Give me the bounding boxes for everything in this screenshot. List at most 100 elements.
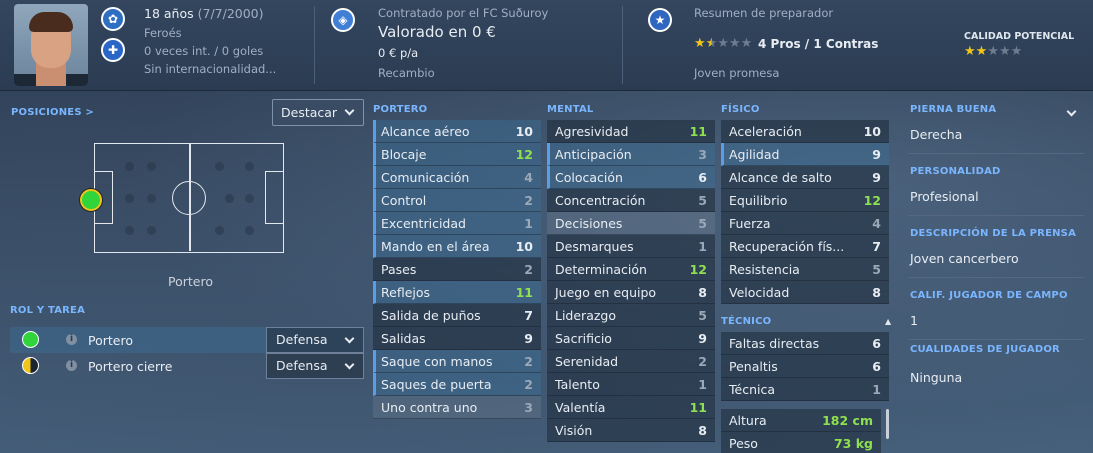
attribute-row[interactable]: Talento 1 <box>547 373 715 396</box>
role-row-portero-cierre[interactable]: i Portero cierre Defensa <box>10 353 364 379</box>
attribute-value: 6 <box>872 359 881 374</box>
contract-info[interactable]: Contratado por el FC Suðuroy <box>378 6 548 20</box>
attribute-value: 9 <box>698 331 707 346</box>
attribute-name: Técnica <box>729 382 776 397</box>
attribute-value: 6 <box>698 170 707 185</box>
attribute-row[interactable]: Decisiones 5 <box>547 212 715 235</box>
attribute-value: 11 <box>689 124 707 139</box>
header-divider <box>314 6 315 84</box>
star-badge-icon: ★ <box>648 8 672 32</box>
attribute-row[interactable]: Salida de puños 7 <box>373 304 541 327</box>
attribute-row[interactable]: Alcance de salto 9 <box>721 166 889 189</box>
attribute-name: Velocidad <box>729 285 790 300</box>
player-dob: (7/7/2000) <box>197 6 264 21</box>
attribute-row[interactable]: Agilidad 9 <box>721 143 889 166</box>
position-name: Portero <box>168 274 213 289</box>
attribute-row[interactable]: Resistencia 5 <box>721 258 889 281</box>
player-age: 18 años <box>144 6 194 21</box>
club-badge-icon: ◈ <box>331 8 355 32</box>
attribute-name: Colocación <box>555 170 623 185</box>
attribute-row[interactable]: Reflejos 11 <box>373 281 541 304</box>
attribute-row[interactable]: Saque con manos 2 <box>373 350 541 373</box>
attribute-value: 1 <box>698 377 707 392</box>
attribute-row[interactable]: Recuperación fís... 7 <box>721 235 889 258</box>
pros-cons[interactable]: 4 Pros / 1 Contras <box>758 37 878 51</box>
attribute-value: 2 <box>524 193 533 208</box>
attribute-value: 8 <box>698 423 707 438</box>
attribute-row[interactable]: Determinación 12 <box>547 258 715 281</box>
highlight-dropdown[interactable]: Destacar <box>272 99 364 126</box>
attribute-row[interactable]: Comunicación 4 <box>373 166 541 189</box>
attribute-value: 8 <box>872 285 881 300</box>
foot-label: PIERNA BUENA <box>910 104 997 115</box>
attribute-name: Pases <box>381 262 417 277</box>
qualities-label: CUALIDADES DE JUGADOR <box>910 344 1060 355</box>
duty-dropdown[interactable]: Defensa <box>266 327 364 353</box>
attribute-value: 10 <box>515 124 533 139</box>
goalkeeping-title: PORTERO <box>373 104 428 115</box>
duty-label: Defensa <box>276 358 328 373</box>
divider <box>908 277 1084 278</box>
attribute-row[interactable]: Serenidad 2 <box>547 350 715 373</box>
collapse-arrow-icon[interactable]: ▲ <box>885 317 891 326</box>
attribute-row[interactable]: Concentración 5 <box>547 189 715 212</box>
attribute-row[interactable]: Control 2 <box>373 189 541 212</box>
player-nationality[interactable]: Feroés <box>144 26 182 40</box>
attribute-row[interactable]: Peso 73 kg <box>721 432 881 453</box>
attribute-value: 2 <box>524 377 533 392</box>
attribute-row[interactable]: Fuerza 4 <box>721 212 889 235</box>
attribute-value: 7 <box>524 308 533 323</box>
role-name: Portero <box>88 333 133 348</box>
attribute-name: Aceleración <box>729 124 802 139</box>
attribute-row[interactable]: Uno contra uno 3 <box>373 396 541 419</box>
attribute-value: 182 cm <box>822 413 873 428</box>
positions-title[interactable]: POSICIONES > <box>11 107 94 118</box>
attribute-row[interactable]: Aceleración 10 <box>721 120 889 143</box>
body-attributes: Altura 182 cm Peso 73 kg <box>721 409 881 453</box>
attribute-row[interactable]: Excentricidad 1 <box>373 212 541 235</box>
chevron-down-icon <box>344 333 355 344</box>
attribute-row[interactable]: Colocación 6 <box>547 166 715 189</box>
attribute-row[interactable]: Faltas directas 6 <box>721 332 889 355</box>
attribute-row[interactable]: Pases 2 <box>373 258 541 281</box>
attribute-row[interactable]: Anticipación 3 <box>547 143 715 166</box>
attribute-value: 2 <box>524 262 533 277</box>
info-icon[interactable]: i <box>66 334 77 345</box>
squad-status: Recambio <box>378 66 435 80</box>
attribute-value: 1 <box>698 239 707 254</box>
attribute-value: 1 <box>524 216 533 231</box>
duty-dropdown[interactable]: Defensa <box>266 353 364 379</box>
outfield-label: CALIF. JUGADOR DE CAMPO <box>910 290 1068 301</box>
attribute-row[interactable]: Mando en el área 10 <box>373 235 541 258</box>
attribute-row[interactable]: Blocaje 12 <box>373 143 541 166</box>
info-icon[interactable]: i <box>66 360 77 371</box>
attribute-row[interactable]: Altura 182 cm <box>721 409 881 432</box>
attribute-row[interactable]: Desmarques 1 <box>547 235 715 258</box>
attribute-row[interactable]: Equilibrio 12 <box>721 189 889 212</box>
attribute-value: 8 <box>698 285 707 300</box>
attribute-row[interactable]: Salidas 9 <box>373 327 541 350</box>
technical-title: TÉCNICO <box>721 316 772 327</box>
attribute-row[interactable]: Liderazgo 5 <box>547 304 715 327</box>
attribute-row[interactable]: Saques de puerta 2 <box>373 373 541 396</box>
potential-stars: ★★★★★ <box>964 44 1023 59</box>
attribute-row[interactable]: Penaltis 6 <box>721 355 889 378</box>
attribute-name: Blocaje <box>381 147 427 162</box>
attribute-name: Comunicación <box>381 170 470 185</box>
attribute-row[interactable]: Visión 8 <box>547 419 715 442</box>
attribute-row[interactable]: Sacrificio 9 <box>547 327 715 350</box>
attribute-row[interactable]: Alcance aéreo 10 <box>373 120 541 143</box>
qualities-value: Ninguna <box>910 370 963 385</box>
attribute-name: Liderazgo <box>555 308 617 323</box>
attribute-row[interactable]: Juego en equipo 8 <box>547 281 715 304</box>
attribute-name: Saque con manos <box>381 354 493 369</box>
attribute-row[interactable]: Velocidad 8 <box>721 281 889 304</box>
role-row-portero[interactable]: i Portero Defensa <box>10 327 364 353</box>
role-half-circle-icon <box>22 357 39 374</box>
scrollbar[interactable] <box>886 409 889 439</box>
attribute-row[interactable]: Agresividad 11 <box>547 120 715 143</box>
chevron-down-icon <box>344 359 355 370</box>
divider <box>908 339 1084 340</box>
attribute-row[interactable]: Técnica 1 <box>721 378 889 401</box>
attribute-row[interactable]: Valentía 11 <box>547 396 715 419</box>
